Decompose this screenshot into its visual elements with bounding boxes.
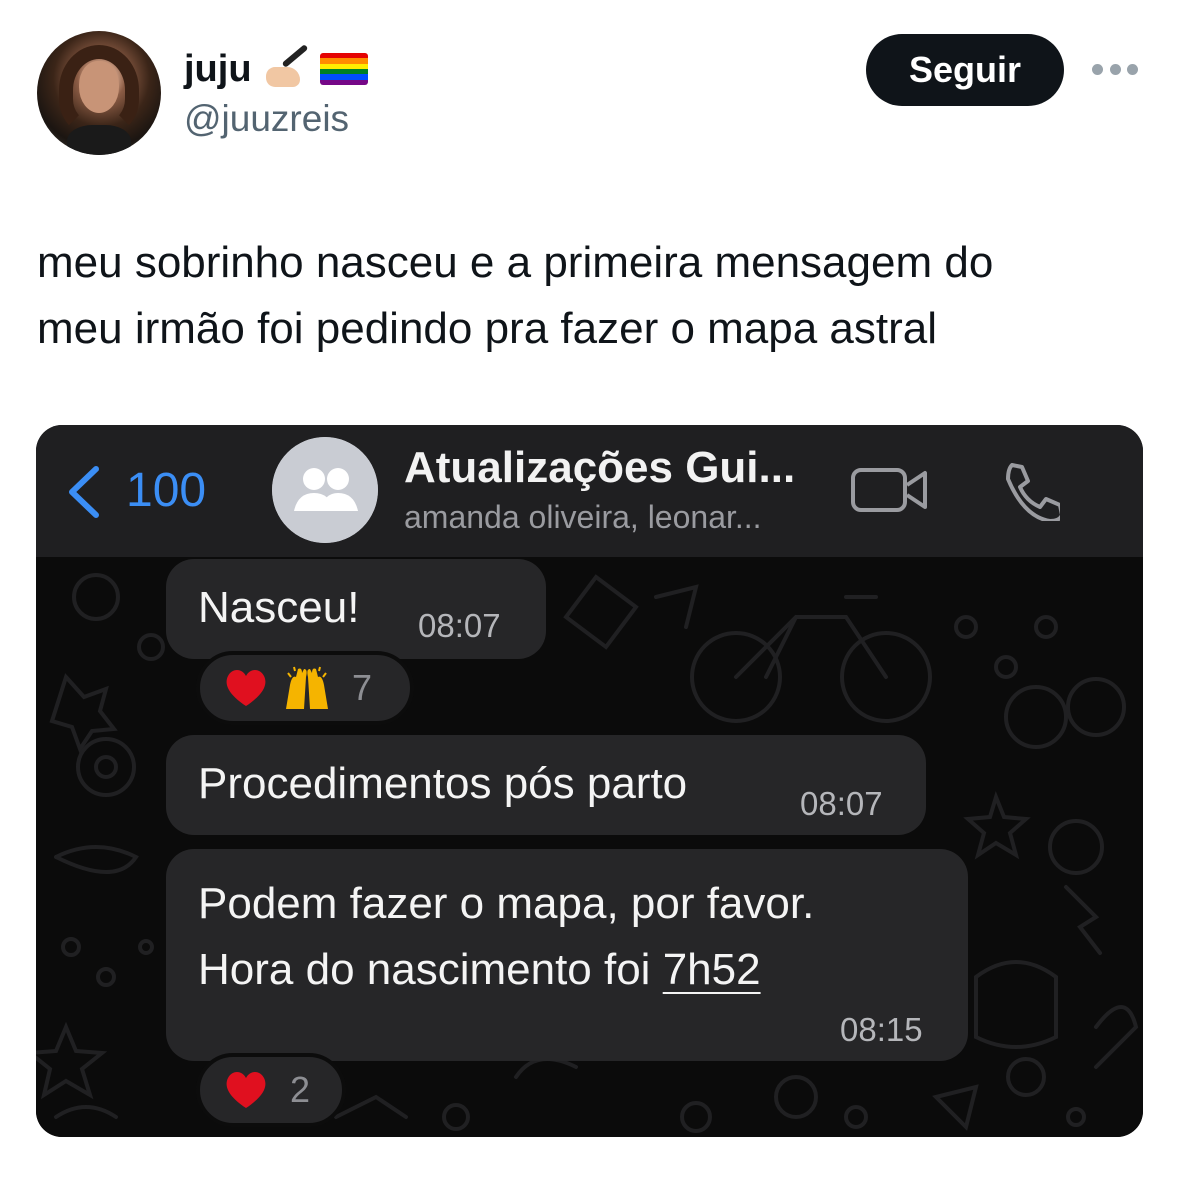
video-call-icon[interactable] (850, 465, 930, 515)
message-reactions[interactable]: 7 (196, 651, 414, 725)
message-reactions[interactable]: 2 (196, 1053, 346, 1127)
message-bubble[interactable]: Podem fazer o mapa, por favor. Hora do n… (166, 849, 968, 1061)
time-link[interactable]: 7h52 (663, 945, 761, 994)
heart-icon (226, 1072, 266, 1108)
message-time: 08:07 (800, 785, 883, 822)
raising-hands-icon (286, 666, 328, 709)
message-bubble[interactable]: Procedimentos pós parto 08:07 (166, 735, 926, 835)
message-text: Nasceu! (198, 583, 360, 632)
message-time: 08:15 (840, 1011, 923, 1048)
follow-button[interactable]: Seguir (866, 34, 1064, 106)
display-name-row[interactable]: juju (184, 44, 368, 94)
display-name[interactable]: juju (184, 48, 252, 91)
chat-title[interactable]: Atualizações Gui... (404, 443, 795, 493)
message-text: Podem fazer o mapa, por favor. Hora do n… (198, 871, 814, 1003)
tweet-media-image[interactable]: 100 Atualizações Gui... amanda oliveira,… (36, 425, 1143, 1137)
chevron-left-icon[interactable] (64, 465, 104, 519)
writing-hand-icon (262, 44, 310, 89)
reaction-count: 2 (290, 1069, 311, 1110)
user-avatar[interactable] (37, 31, 161, 155)
message-line: Hora do nascimento foi 7h52 (198, 937, 814, 1003)
user-handle[interactable]: @juuzreis (184, 98, 349, 140)
tweet-text-line: meu sobrinho nasceu e a primeira mensage… (37, 238, 994, 287)
avatar-shirt (67, 125, 131, 155)
message-time: 08:07 (418, 607, 501, 644)
rainbow-flag-icon (319, 53, 368, 85)
heart-icon (226, 670, 266, 706)
reaction-count: 7 (352, 667, 373, 708)
message-text: Procedimentos pós parto (198, 759, 688, 808)
more-options-icon[interactable] (1092, 64, 1138, 76)
unread-count[interactable]: 100 (126, 463, 206, 518)
tweet-text: meu sobrinho nasceu e a primeira mensage… (37, 230, 1147, 362)
message-line: Podem fazer o mapa, por favor. (198, 879, 815, 928)
message-line-prefix: Hora do nascimento foi (198, 945, 663, 994)
chat-header: 100 Atualizações Gui... amanda oliveira,… (36, 425, 1143, 557)
tweet-text-line: meu irmão foi pedindo pra fazer o mapa a… (37, 304, 938, 353)
avatar-face (79, 61, 119, 113)
message-bubble[interactable]: Nasceu! 08:07 (166, 559, 546, 659)
phone-call-icon[interactable] (998, 459, 1060, 521)
group-avatar-icon[interactable] (272, 437, 378, 543)
chat-participants[interactable]: amanda oliveira, leonar... (404, 499, 762, 536)
